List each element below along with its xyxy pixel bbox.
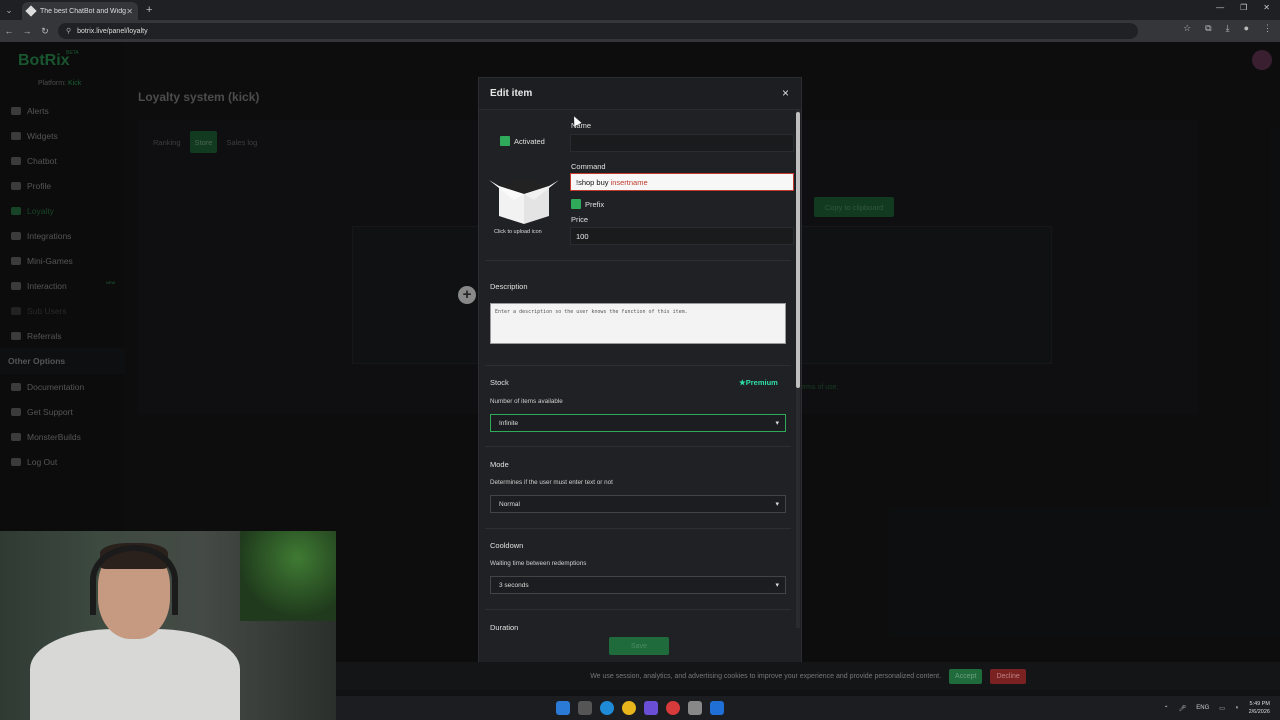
premium-badge[interactable]: ★Premium [739, 378, 778, 387]
headset [90, 545, 178, 615]
window-app-icon[interactable] [710, 701, 724, 715]
price-input[interactable]: 100 [570, 227, 794, 245]
cooldown-select[interactable]: 3 seconds ▾ [490, 576, 786, 594]
reload-icon[interactable]: ↻ [36, 26, 54, 37]
close-icon[interactable]: × [782, 86, 789, 100]
downloads-icon[interactable]: ⤓ [1226, 23, 1230, 34]
cooldown-sub-label: Waiting time between redemptions [490, 560, 587, 567]
divider [485, 365, 791, 366]
url-text: botrix.live/panel/loyalty [77, 27, 148, 35]
mode-select[interactable]: Normal ▾ [490, 495, 786, 513]
stock-sub-label: Number of items available [490, 398, 563, 405]
restore-icon[interactable]: ❐ [1240, 3, 1247, 12]
language-indicator[interactable]: ENG [1196, 705, 1209, 711]
cooldown-value: 3 seconds [499, 581, 529, 589]
system-tray: ⌃ 🎤︎ ENG ▭ ◖ 5:49 PM 2/6/2026 [1164, 700, 1270, 716]
cookie-banner: We use session, analytics, and advertisi… [336, 662, 1280, 690]
discord-icon[interactable] [644, 701, 658, 715]
divider [485, 528, 791, 529]
edge-icon[interactable] [600, 701, 614, 715]
minimize-icon[interactable]: — [1216, 3, 1224, 12]
cookie-text: We use session, analytics, and advertisi… [590, 672, 942, 680]
command-hint-text: insertname [610, 177, 648, 187]
edit-item-modal: Edit item × Activated Name Command !shop… [478, 77, 802, 664]
settings-icon[interactable] [688, 701, 702, 715]
stock-select[interactable]: Infinite ▾ [490, 414, 786, 432]
stock-label: Stock [490, 378, 509, 387]
site-favicon-icon [25, 5, 37, 17]
mode-sub-label: Determines if the user must enter text o… [490, 479, 613, 486]
browser-menu-icon[interactable]: ⋮ [1263, 23, 1272, 34]
tab-close-icon[interactable]: ✕ [126, 7, 133, 16]
browser-tab[interactable]: The best ChatBot and Widgets ✕ [22, 2, 138, 20]
search-icon[interactable] [578, 701, 592, 715]
bookmark-star-icon[interactable]: ☆ [1183, 23, 1191, 34]
premium-label: Premium [745, 378, 778, 387]
clock-time: 5:49 PM [1249, 701, 1270, 707]
cooldown-label: Cooldown [490, 541, 524, 550]
windows-taskbar: ⌃ 🎤︎ ENG ▭ ◖ 5:49 PM 2/6/2026 [336, 696, 1280, 720]
profile-icon[interactable]: ● [1244, 23, 1249, 34]
url-field[interactable]: ⚲ botrix.live/panel/loyalty [58, 23, 1138, 39]
stock-value: Infinite [499, 419, 519, 427]
volume-icon[interactable]: ◖ [1235, 705, 1239, 711]
mode-value: Normal [499, 500, 520, 508]
clock[interactable]: 5:49 PM 2/6/2026 [1249, 700, 1270, 716]
webcam-person-body [30, 629, 240, 720]
command-prefix-text: !shop buy [576, 177, 609, 187]
prefix-checkbox[interactable] [571, 199, 581, 209]
chevron-up-icon[interactable]: ⌃ [1164, 705, 1169, 712]
back-icon[interactable]: ← [0, 26, 18, 36]
command-label: Command [571, 162, 606, 171]
window-close-icon[interactable]: ✕ [1263, 3, 1270, 12]
extensions-icon[interactable]: ⧉ [1205, 23, 1211, 34]
modal-title: Edit item [490, 88, 533, 99]
clock-date: 2/6/2026 [1248, 709, 1270, 715]
taskbar-apps [556, 701, 724, 715]
chevron-down-icon: ▾ [775, 501, 779, 508]
activated-label: Activated [514, 137, 545, 146]
price-label: Price [571, 215, 589, 224]
name-input[interactable] [570, 134, 794, 152]
site-info-icon[interactable]: ⚲ [66, 27, 71, 35]
divider [485, 446, 791, 447]
network-icon[interactable]: ▭ [1219, 705, 1225, 712]
address-bar: ← → ↻ ⚲ botrix.live/panel/loyalty ☆ ⧉ ⤓ … [0, 20, 1280, 42]
description-label: Description [490, 282, 528, 291]
microphone-icon[interactable]: 🎤︎ [1179, 705, 1187, 712]
browser-tab-bar: ⌄ The best ChatBot and Widgets ✕ + — ❐ ✕ [0, 0, 1280, 20]
modal-scrollbar-thumb[interactable] [796, 112, 800, 388]
decline-cookies-button[interactable]: Decline [990, 668, 1026, 684]
start-icon[interactable] [556, 701, 570, 715]
webcam-overlay [0, 531, 336, 720]
prefix-label: Prefix [585, 200, 605, 209]
chrome-icon[interactable] [622, 701, 636, 715]
window-controls: — ❐ ✕ [1216, 3, 1270, 12]
mode-label: Mode [490, 460, 509, 469]
command-input[interactable]: !shop buy insertname [570, 173, 794, 191]
new-tab-icon[interactable]: + [146, 4, 152, 16]
accept-cookies-button[interactable]: Accept [949, 668, 983, 684]
modal-header: Edit item × [479, 78, 801, 110]
description-textarea[interactable]: Enter a description so the user knows th… [490, 303, 786, 344]
tab-search-icon[interactable]: ⌄ [0, 0, 18, 20]
star-icon: ★ [739, 378, 746, 387]
chevron-down-icon: ▾ [775, 582, 779, 589]
box-icon[interactable] [489, 174, 559, 226]
upload-icon-label[interactable]: Click to upload icon [494, 229, 542, 235]
add-item-plus-icon[interactable]: + [458, 286, 476, 304]
save-button[interactable]: Save [609, 637, 669, 655]
divider [485, 609, 791, 610]
webcam-plant [240, 531, 336, 621]
forward-icon[interactable]: → [18, 26, 36, 36]
divider [485, 260, 791, 261]
app-icon[interactable] [666, 701, 680, 715]
tab-title: The best ChatBot and Widgets [40, 7, 127, 15]
activated-checkbox[interactable] [500, 136, 510, 146]
chevron-down-icon: ▾ [775, 420, 779, 427]
